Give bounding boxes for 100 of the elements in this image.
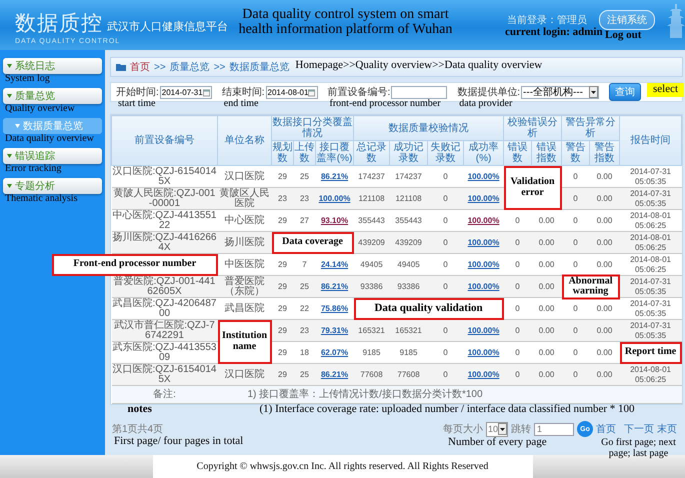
annotation-label: Quality overview: [5, 104, 75, 114]
table-cell: 0: [428, 364, 464, 386]
table-cell: 扬川医院: [218, 232, 272, 254]
annotation-label: select: [647, 83, 684, 97]
column-group-header: 校验错误分析: [504, 116, 562, 140]
page-input[interactable]: 1: [534, 422, 574, 436]
column-header: 成功记录数: [390, 140, 428, 166]
annotation-label: current login: admin: [505, 27, 603, 39]
page-info: 第1页共4页: [112, 422, 164, 436]
table-cell: 黄陂人民医院:QZJ-001-00001: [112, 188, 218, 210]
table-cell: 0: [504, 232, 532, 254]
callout-box: Abnormal warning: [562, 274, 620, 299]
notes-text: 1) 接口覆盖率：上传情况计数/接口数据分类计数*100: [218, 386, 682, 404]
column-group-header: 警告异常分析: [562, 116, 620, 140]
table-cell: 0.00: [590, 364, 620, 386]
percentage-link[interactable]: 75.86%: [320, 304, 348, 312]
query-button[interactable]: 查询: [609, 83, 641, 101]
table-cell: 165321: [354, 320, 390, 342]
percentage-link[interactable]: 93.10%: [320, 216, 348, 224]
breadcrumb-separator: >>: [154, 62, 166, 72]
filter-label: 数据提供单位:: [457, 86, 520, 99]
annotation-label: First page/ four pages in total: [114, 436, 244, 448]
table-cell: 0: [504, 320, 532, 342]
date-field[interactable]: 2014-08-01: [266, 86, 318, 98]
date-field[interactable]: 2014-07-31: [160, 86, 212, 98]
column-header: 规划数: [272, 140, 294, 166]
table-cell: 汉口医院:QZJ-61540145X: [112, 364, 218, 386]
table-cell: 77608: [354, 364, 390, 386]
caret-icon: [15, 124, 20, 128]
table-cell: 2014-07-31 05:05:35: [620, 320, 682, 342]
table-cell: 扬川医院:QZJ-44162664X: [112, 232, 218, 254]
column-header: 上传数: [294, 140, 316, 166]
annotation-label: Number of every page: [448, 436, 547, 448]
page-size-dropdown[interactable]: 10: [486, 422, 508, 436]
sidebar-item[interactable]: 错误追踪: [3, 148, 102, 164]
table-cell: 25: [294, 276, 316, 298]
table-cell: 0.00: [590, 232, 620, 254]
pager-link[interactable]: 首页: [596, 422, 616, 436]
notes-label: 备注:: [112, 386, 218, 404]
breadcrumb-link[interactable]: 数据质量总览: [229, 60, 290, 74]
table-cell: 77608: [390, 364, 428, 386]
table-cell: 25: [294, 364, 316, 386]
caret-icon: [7, 94, 12, 98]
table-cell: 0: [504, 364, 532, 386]
calendar-icon: [308, 88, 316, 96]
annotation-label: data provider: [459, 99, 512, 110]
callout-box: Report time: [620, 342, 682, 364]
callout-box: Institution name: [218, 320, 272, 364]
breadcrumb-link[interactable]: 首页: [130, 60, 150, 74]
sidebar-item[interactable]: 专题分析: [3, 178, 102, 194]
breadcrumb-link[interactable]: 质量总览: [170, 60, 210, 74]
column-header: 错误指数: [532, 140, 562, 166]
pager-link[interactable]: 末页: [657, 422, 678, 436]
annotation-label: Log out: [605, 30, 642, 42]
sidebar-item[interactable]: 系统日志: [3, 58, 102, 74]
percentage-link[interactable]: 86.21%: [320, 172, 348, 180]
table-cell: 0: [562, 188, 590, 210]
table-cell: 0.00: [532, 364, 562, 386]
pager-link[interactable]: 下一页: [624, 422, 654, 436]
column-header: 总记录数: [354, 140, 390, 166]
annotation-label: Error tracking: [5, 164, 62, 174]
column-header: 失败记录数: [428, 140, 464, 166]
percentage-link[interactable]: 62.07%: [320, 348, 348, 356]
column-header: 前置设备编号: [112, 116, 218, 166]
page-size-label: 每页大小: [443, 422, 484, 436]
caret-icon: [7, 184, 12, 188]
percentage-link[interactable]: 24.14%: [320, 260, 348, 268]
annotation-label: Data quality control system on smart health information platform of Wuhan: [238, 8, 453, 38]
jump-label: 跳转: [511, 422, 532, 436]
callout-box: Validation error: [504, 166, 562, 210]
table-cell: 439209: [390, 232, 428, 254]
table-cell: 0: [562, 232, 590, 254]
dropdown[interactable]: ---全部机构---: [521, 86, 600, 98]
caret-icon: [589, 86, 598, 98]
column-header: 接口覆盖率(%): [316, 140, 354, 166]
logo-title: 数据质控: [15, 11, 103, 37]
table-cell: 0: [428, 188, 464, 210]
caret-icon: [498, 423, 508, 435]
percentage-link[interactable]: 100.00%: [468, 172, 500, 180]
percentage-link[interactable]: 100.00%: [468, 348, 500, 356]
table-cell: 2014-08-01 05:06:25: [620, 364, 682, 386]
copyright-text: Copyright © whwsjs.gov.cn Inc. All rights reserved. All Rights Reserved: [152, 455, 532, 478]
table-cell: 121108: [354, 188, 390, 210]
table-cell: 23: [294, 188, 316, 210]
table-cell: 93386: [390, 276, 428, 298]
sidebar-item[interactable]: 质量总览: [3, 88, 102, 104]
input-field[interactable]: [391, 86, 448, 98]
table-cell: 0: [562, 320, 590, 342]
table-cell: 0.00: [590, 320, 620, 342]
calendar-icon: [202, 88, 210, 96]
platform-name: 武汉市人口健康信息平台: [107, 20, 228, 34]
filter-label: 前置设备编号:: [328, 86, 390, 99]
column-group-header: 数据接口分类覆盖情况: [272, 116, 354, 140]
percentage-link[interactable]: 100.00%: [468, 216, 500, 224]
table-cell: 2014-07-31 05:05:35: [620, 276, 682, 298]
table-cell: 439209: [354, 232, 390, 254]
table-cell: 0: [504, 276, 532, 298]
callout-box: Front-end processor number: [52, 254, 218, 276]
percentage-link[interactable]: 100.00%: [468, 260, 500, 268]
table-cell: 165321: [390, 320, 428, 342]
